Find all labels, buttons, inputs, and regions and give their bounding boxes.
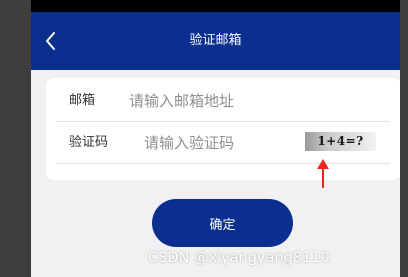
captcha-text: 1+4=?	[317, 134, 364, 148]
nav-header: 验证邮箱	[31, 12, 400, 70]
app-screen: 验证邮箱 邮箱 验证码 1+4=? 确定	[31, 0, 400, 277]
status-bar	[31, 0, 400, 12]
back-button[interactable]	[39, 28, 63, 54]
red-arrow-up-icon	[317, 159, 329, 188]
left-frame-edge	[0, 0, 31, 277]
page-title: 验证邮箱	[189, 33, 242, 48]
email-row: 邮箱	[56, 80, 390, 122]
watermark: CSDN @xiyangyang8110	[148, 250, 330, 266]
chevron-left-icon	[46, 32, 55, 50]
confirm-button[interactable]: 确定	[152, 199, 293, 247]
captcha-image[interactable]: 1+4=?	[305, 132, 376, 151]
right-frame-edge	[400, 0, 408, 277]
email-input[interactable]	[129, 89, 329, 113]
code-row: 验证码 1+4=?	[56, 122, 390, 164]
email-label: 邮箱	[69, 93, 96, 108]
code-input[interactable]	[144, 131, 294, 155]
form-card: 邮箱 验证码 1+4=?	[46, 78, 400, 180]
code-label: 验证码	[69, 135, 109, 150]
